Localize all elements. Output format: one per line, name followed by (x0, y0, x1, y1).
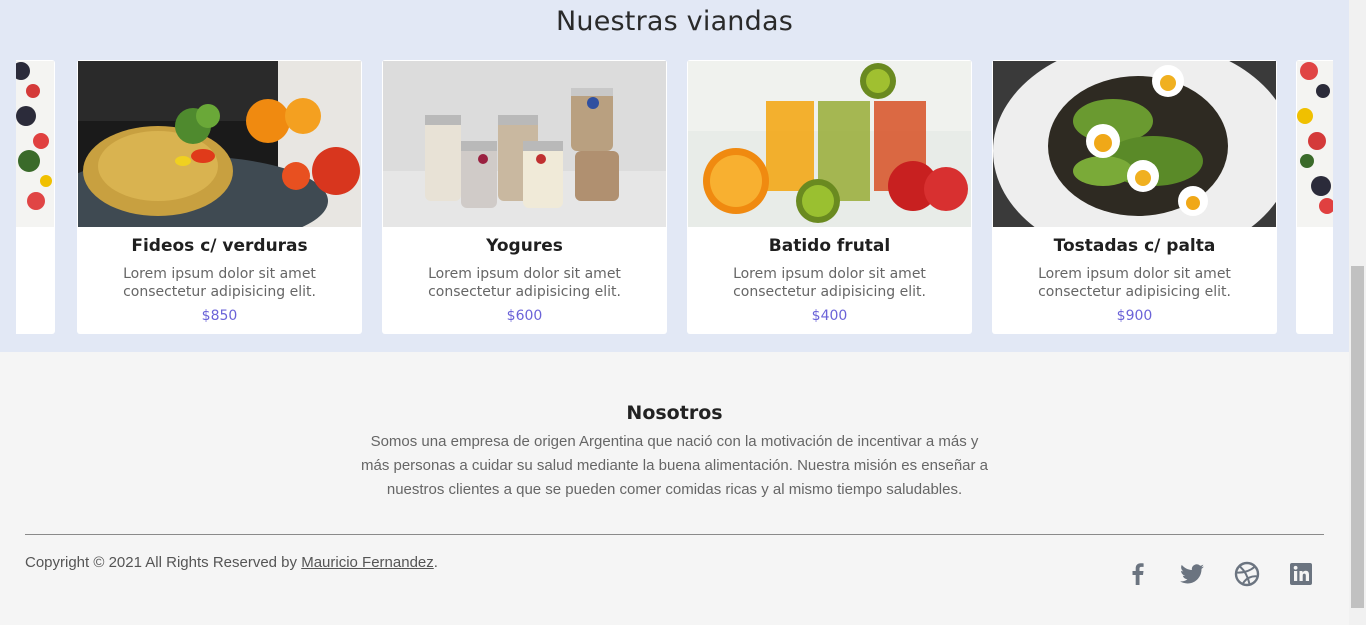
copyright-suffix: . (433, 554, 438, 571)
card-title: Batido frutal (768, 236, 891, 256)
card-description: Lorem ipsum dolor sit amet consectetur a… (733, 266, 926, 300)
viandas-title: Nuestras viandas (556, 6, 793, 37)
card-image (16, 61, 54, 227)
author-link[interactable]: Mauricio Fernandez (301, 554, 434, 571)
scrollbar[interactable] (1349, 0, 1366, 625)
card-image (383, 61, 666, 227)
dribbble-icon[interactable] (1233, 560, 1261, 588)
card-image (688, 61, 971, 227)
card-title: Fideos c/ verduras (131, 236, 308, 256)
card-price: $850 (201, 308, 238, 324)
card-description: Lorem ipsum dolor sit amet consectetur a… (123, 266, 316, 300)
card-price: $600 (506, 308, 543, 324)
vianda-card[interactable]: Yogures Lorem ipsum dolor sit amet conse… (382, 60, 667, 334)
nosotros-text: Somos una empresa de origen Argentina qu… (360, 433, 989, 498)
scrollbar-thumb[interactable] (1351, 266, 1364, 608)
vianda-card[interactable]: Batido frutal Lorem ipsum dolor sit amet… (687, 60, 972, 334)
carousel-card-partial-right[interactable] (1296, 60, 1333, 334)
page: Nuestras viandas Fideos c/ verduras Lore… (0, 0, 1349, 625)
card-description: Lorem ipsum dolor sit amet consectetur a… (428, 266, 621, 300)
card-title: Tostadas c/ palta (1053, 236, 1216, 256)
vianda-card[interactable]: Fideos c/ verduras Lorem ipsum dolor sit… (77, 60, 362, 334)
card-image (1297, 61, 1333, 227)
card-image (993, 61, 1276, 227)
viandas-carousel[interactable]: Fideos c/ verduras Lorem ipsum dolor sit… (16, 60, 1333, 334)
viandas-section: Nuestras viandas Fideos c/ verduras Lore… (0, 0, 1349, 352)
facebook-icon[interactable] (1124, 560, 1152, 588)
card-image (78, 61, 361, 227)
card-title: Yogures (486, 236, 563, 256)
vianda-card[interactable]: Tostadas c/ palta Lorem ipsum dolor sit … (992, 60, 1277, 334)
linkedin-icon[interactable] (1287, 560, 1315, 588)
twitter-icon[interactable] (1178, 560, 1206, 588)
copyright: Copyright © 2021 All Rights Reserved by … (25, 554, 438, 571)
nosotros-title: Nosotros (626, 402, 723, 424)
footer-divider (25, 534, 1324, 535)
carousel-card-partial-left[interactable] (16, 60, 55, 334)
card-description: Lorem ipsum dolor sit amet consectetur a… (1038, 266, 1231, 300)
copyright-prefix: Copyright © 2021 All Rights Reserved by (25, 554, 302, 571)
card-price: $900 (1116, 308, 1153, 324)
card-price: $400 (811, 308, 848, 324)
